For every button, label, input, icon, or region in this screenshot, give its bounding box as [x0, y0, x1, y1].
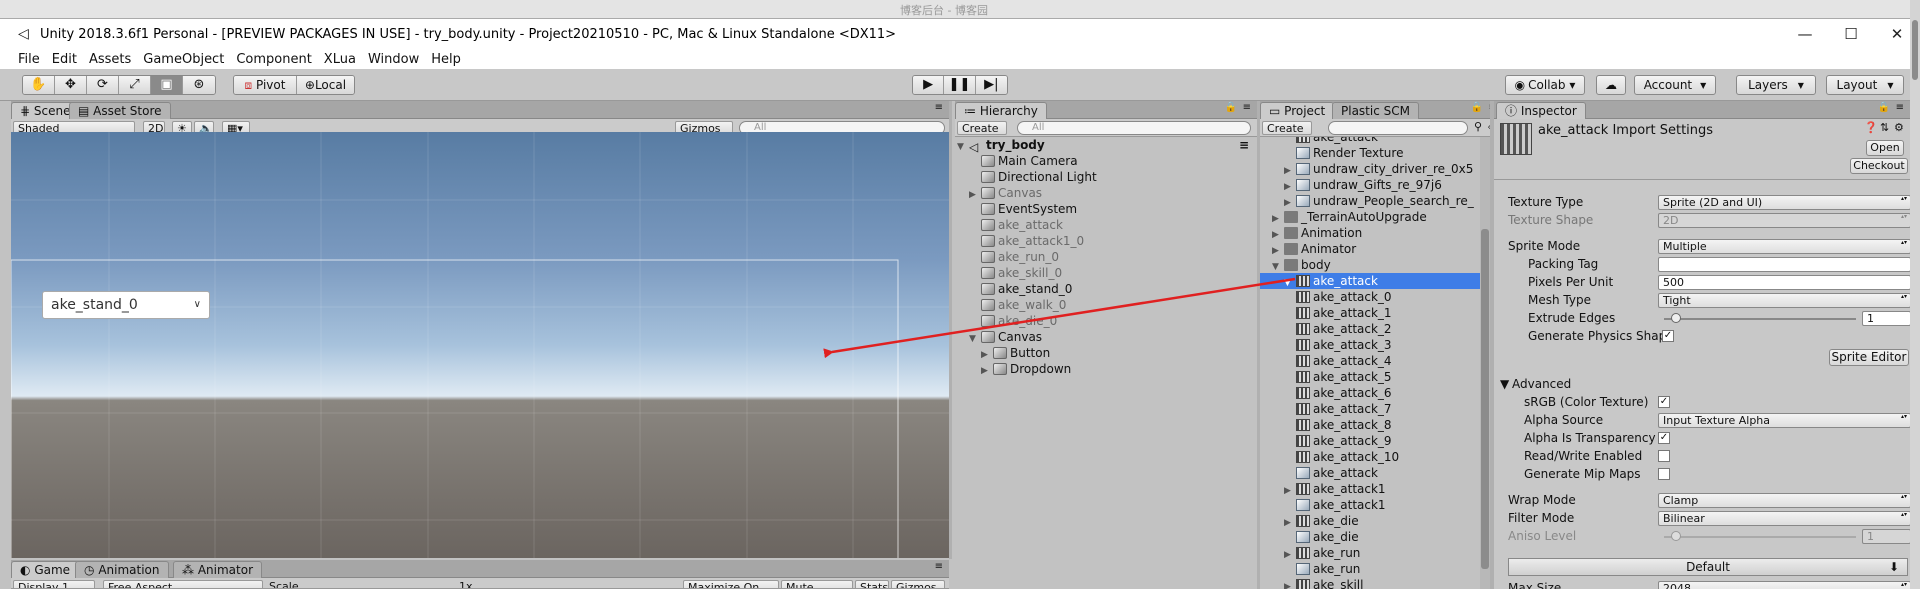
arrow-line — [823, 277, 1296, 359]
annotation-arrow — [823, 277, 1296, 359]
